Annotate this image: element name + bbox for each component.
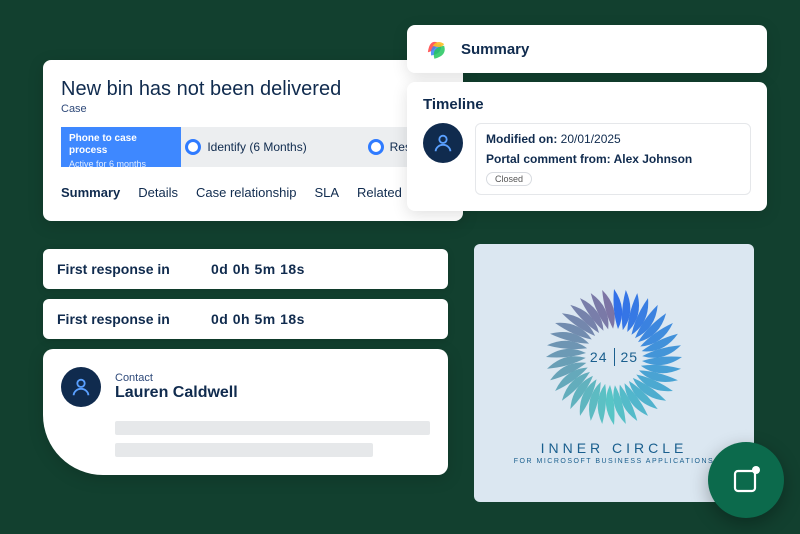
timeline-comment-label: Portal comment from: bbox=[486, 152, 611, 166]
case-subtitle: Case bbox=[61, 103, 445, 115]
badge-title: INNER CIRCLE bbox=[514, 440, 714, 456]
contact-card: Contact Lauren Caldwell bbox=[43, 349, 448, 475]
case-card: New bin has not been delivered Case Phon… bbox=[43, 60, 463, 221]
process-step-identify[interactable]: Identify (6 Months) bbox=[181, 139, 311, 155]
step-ring-icon bbox=[368, 139, 384, 155]
first-response-value: 0d 0h 5m 18s bbox=[211, 261, 305, 277]
fab-button[interactable] bbox=[708, 442, 784, 518]
timeline-title: Timeline bbox=[423, 96, 751, 113]
tab-case-relationship[interactable]: Case relationship bbox=[196, 185, 296, 200]
timeline-comment: Portal comment from: Alex Johnson bbox=[486, 152, 740, 166]
first-response-value: 0d 0h 5m 18s bbox=[211, 311, 305, 327]
timeline-comment-author: Alex Johnson bbox=[614, 152, 693, 166]
summary-header-card: Summary bbox=[407, 25, 767, 73]
process-name: Phone to case process bbox=[69, 133, 137, 156]
first-response-row: First response in 0d 0h 5m 18s bbox=[43, 299, 448, 339]
placeholder-line bbox=[115, 421, 430, 435]
case-title: New bin has not been delivered bbox=[61, 78, 445, 101]
step-identify-label: Identify (6 Months) bbox=[207, 140, 306, 154]
timeline-entry[interactable]: Modified on: 20/01/2025 Portal comment f… bbox=[423, 123, 751, 195]
tab-summary[interactable]: Summary bbox=[61, 185, 120, 200]
tab-related[interactable]: Related bbox=[357, 185, 402, 200]
process-remaining: Identify (6 Months) Research bbox=[181, 127, 445, 167]
badge-inner: 24 25 INNER CIRCLE FOR MICROSOFT BUSINES… bbox=[514, 282, 714, 465]
step-ring-icon bbox=[185, 139, 201, 155]
tab-details[interactable]: Details bbox=[138, 185, 178, 200]
contact-text: Contact Lauren Caldwell bbox=[115, 372, 238, 402]
timeline-entry-box: Modified on: 20/01/2025 Portal comment f… bbox=[475, 123, 751, 195]
contact-row: Contact Lauren Caldwell bbox=[61, 367, 430, 407]
process-flow: Phone to case process Active for 6 month… bbox=[61, 127, 445, 167]
contact-label: Contact bbox=[115, 372, 238, 384]
avatar bbox=[423, 123, 463, 163]
new-window-icon bbox=[729, 463, 763, 497]
process-active-stage[interactable]: Phone to case process Active for 6 month… bbox=[61, 127, 181, 167]
timeline-modified-date: 20/01/2025 bbox=[561, 132, 621, 146]
swirl-icon: 24 25 bbox=[539, 282, 689, 432]
summary-title: Summary bbox=[461, 41, 529, 58]
first-response-label: First response in bbox=[57, 261, 187, 277]
status-badge: Closed bbox=[486, 172, 532, 186]
first-response-label: First response in bbox=[57, 311, 187, 327]
avatar bbox=[61, 367, 101, 407]
badge-subtitle: FOR MICROSOFT BUSINESS APPLICATIONS bbox=[514, 458, 714, 465]
process-duration: Active for 6 months bbox=[69, 159, 173, 170]
timeline-modified-label: Modified on: bbox=[486, 132, 557, 146]
contact-name[interactable]: Lauren Caldwell bbox=[115, 384, 238, 402]
timeline-card: Timeline Modified on: 20/01/2025 Portal … bbox=[407, 82, 767, 211]
tab-sla[interactable]: SLA bbox=[314, 185, 339, 200]
case-tabs: Summary Details Case relationship SLA Re… bbox=[61, 185, 445, 200]
placeholder-line bbox=[115, 443, 373, 457]
timeline-modified: Modified on: 20/01/2025 bbox=[486, 132, 740, 146]
first-response-row: First response in 0d 0h 5m 18s bbox=[43, 249, 448, 289]
copilot-icon bbox=[423, 36, 449, 62]
